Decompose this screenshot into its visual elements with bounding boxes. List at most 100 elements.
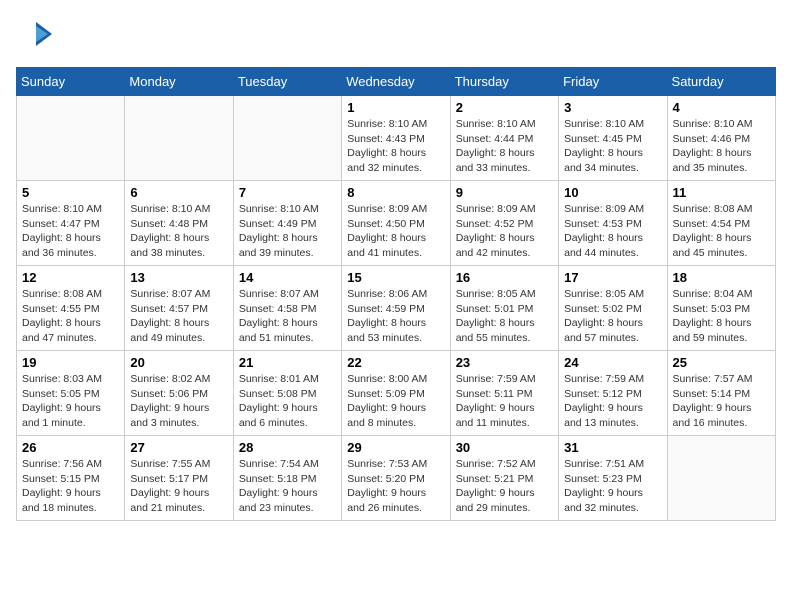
day-info: Sunrise: 8:07 AM Sunset: 4:57 PM Dayligh… bbox=[130, 287, 227, 346]
day-number: 20 bbox=[130, 355, 227, 370]
calendar-cell: 22Sunrise: 8:00 AM Sunset: 5:09 PM Dayli… bbox=[342, 351, 450, 436]
day-number: 7 bbox=[239, 185, 336, 200]
calendar-cell: 11 Sunrise: 8:08 AM Sunset: 4:54 PM Dayli… bbox=[667, 181, 775, 266]
day-info: Sunrise: 8:03 AM Sunset: 5:05 PM Dayligh… bbox=[22, 372, 119, 431]
calendar-cell: 26 Sunrise: 7:56 AM Sunset: 5:15 PM Dayli… bbox=[17, 436, 125, 521]
day-info: Sunrise: 8:10 AM Sunset: 4:43 PM Dayligh… bbox=[347, 117, 444, 176]
calendar-cell: 25Sunrise: 7:57 AM Sunset: 5:14 PM Dayli… bbox=[667, 351, 775, 436]
calendar-cell: 4 Sunrise: 8:10 AM Sunset: 4:46 PM Daylig… bbox=[667, 96, 775, 181]
calendar-cell: 7 Sunrise: 8:10 AM Sunset: 4:49 PM Daylig… bbox=[233, 181, 341, 266]
day-info: Sunrise: 8:02 AM Sunset: 5:06 PM Dayligh… bbox=[130, 372, 227, 431]
day-number: 3 bbox=[564, 100, 661, 115]
day-info: Sunrise: 8:05 AM Sunset: 5:01 PM Dayligh… bbox=[456, 287, 553, 346]
day-number: 13 bbox=[130, 270, 227, 285]
weekday-header: Saturday bbox=[667, 68, 775, 96]
day-number: 10 bbox=[564, 185, 661, 200]
calendar-cell: 24Sunrise: 7:59 AM Sunset: 5:12 PM Dayli… bbox=[559, 351, 667, 436]
day-number: 30 bbox=[456, 440, 553, 455]
day-info: Sunrise: 8:10 AM Sunset: 4:49 PM Dayligh… bbox=[239, 202, 336, 261]
logo bbox=[16, 16, 58, 57]
calendar-cell: 1 Sunrise: 8:10 AM Sunset: 4:43 PM Daylig… bbox=[342, 96, 450, 181]
calendar-cell: 19 Sunrise: 8:03 AM Sunset: 5:05 PM Dayli… bbox=[17, 351, 125, 436]
calendar-cell: 15 Sunrise: 8:06 AM Sunset: 4:59 PM Dayli… bbox=[342, 266, 450, 351]
day-number: 14 bbox=[239, 270, 336, 285]
calendar-cell: 21 Sunrise: 8:01 AM Sunset: 5:08 PM Dayli… bbox=[233, 351, 341, 436]
day-number: 4 bbox=[673, 100, 770, 115]
day-info: Sunrise: 8:01 AM Sunset: 5:08 PM Dayligh… bbox=[239, 372, 336, 431]
week-row: 12Sunrise: 8:08 AM Sunset: 4:55 PM Dayli… bbox=[17, 266, 776, 351]
calendar-table: SundayMondayTuesdayWednesdayThursdayFrid… bbox=[16, 67, 776, 521]
day-number: 26 bbox=[22, 440, 119, 455]
page-header bbox=[16, 16, 776, 57]
day-number: 31 bbox=[564, 440, 661, 455]
week-row: 5Sunrise: 8:10 AM Sunset: 4:47 PM Daylig… bbox=[17, 181, 776, 266]
day-number: 18 bbox=[673, 270, 770, 285]
day-number: 23 bbox=[456, 355, 553, 370]
calendar-cell bbox=[17, 96, 125, 181]
day-number: 9 bbox=[456, 185, 553, 200]
day-number: 11 bbox=[673, 185, 770, 200]
day-info: Sunrise: 8:09 AM Sunset: 4:53 PM Dayligh… bbox=[564, 202, 661, 261]
day-info: Sunrise: 8:09 AM Sunset: 4:50 PM Dayligh… bbox=[347, 202, 444, 261]
calendar-cell: 9 Sunrise: 8:09 AM Sunset: 4:52 PM Daylig… bbox=[450, 181, 558, 266]
day-number: 25 bbox=[673, 355, 770, 370]
day-info: Sunrise: 8:07 AM Sunset: 4:58 PM Dayligh… bbox=[239, 287, 336, 346]
calendar-cell: 3 Sunrise: 8:10 AM Sunset: 4:45 PM Daylig… bbox=[559, 96, 667, 181]
weekday-header: Tuesday bbox=[233, 68, 341, 96]
calendar-cell: 14 Sunrise: 8:07 AM Sunset: 4:58 PM Dayli… bbox=[233, 266, 341, 351]
day-info: Sunrise: 7:54 AM Sunset: 5:18 PM Dayligh… bbox=[239, 457, 336, 516]
weekday-header: Sunday bbox=[17, 68, 125, 96]
calendar-cell: 30 Sunrise: 7:52 AM Sunset: 5:21 PM Dayli… bbox=[450, 436, 558, 521]
day-number: 27 bbox=[130, 440, 227, 455]
week-row: 19 Sunrise: 8:03 AM Sunset: 5:05 PM Dayli… bbox=[17, 351, 776, 436]
weekday-header: Thursday bbox=[450, 68, 558, 96]
day-number: 2 bbox=[456, 100, 553, 115]
day-number: 15 bbox=[347, 270, 444, 285]
calendar-cell: 5Sunrise: 8:10 AM Sunset: 4:47 PM Daylig… bbox=[17, 181, 125, 266]
day-number: 29 bbox=[347, 440, 444, 455]
day-number: 19 bbox=[22, 355, 119, 370]
day-info: Sunrise: 7:52 AM Sunset: 5:21 PM Dayligh… bbox=[456, 457, 553, 516]
calendar-cell: 12Sunrise: 8:08 AM Sunset: 4:55 PM Dayli… bbox=[17, 266, 125, 351]
day-info: Sunrise: 7:51 AM Sunset: 5:23 PM Dayligh… bbox=[564, 457, 661, 516]
day-info: Sunrise: 8:08 AM Sunset: 4:55 PM Dayligh… bbox=[22, 287, 119, 346]
day-info: Sunrise: 7:56 AM Sunset: 5:15 PM Dayligh… bbox=[22, 457, 119, 516]
day-number: 21 bbox=[239, 355, 336, 370]
calendar-cell: 27 Sunrise: 7:55 AM Sunset: 5:17 PM Dayli… bbox=[125, 436, 233, 521]
calendar-cell: 8 Sunrise: 8:09 AM Sunset: 4:50 PM Daylig… bbox=[342, 181, 450, 266]
calendar-cell: 28 Sunrise: 7:54 AM Sunset: 5:18 PM Dayli… bbox=[233, 436, 341, 521]
day-info: Sunrise: 8:09 AM Sunset: 4:52 PM Dayligh… bbox=[456, 202, 553, 261]
day-info: Sunrise: 8:04 AM Sunset: 5:03 PM Dayligh… bbox=[673, 287, 770, 346]
day-number: 5 bbox=[22, 185, 119, 200]
week-row: 26 Sunrise: 7:56 AM Sunset: 5:15 PM Dayli… bbox=[17, 436, 776, 521]
calendar-cell: 13 Sunrise: 8:07 AM Sunset: 4:57 PM Dayli… bbox=[125, 266, 233, 351]
day-info: Sunrise: 8:08 AM Sunset: 4:54 PM Dayligh… bbox=[673, 202, 770, 261]
calendar-cell bbox=[233, 96, 341, 181]
day-info: Sunrise: 8:10 AM Sunset: 4:46 PM Dayligh… bbox=[673, 117, 770, 176]
calendar-cell: 29Sunrise: 7:53 AM Sunset: 5:20 PM Dayli… bbox=[342, 436, 450, 521]
day-number: 22 bbox=[347, 355, 444, 370]
day-number: 8 bbox=[347, 185, 444, 200]
day-number: 28 bbox=[239, 440, 336, 455]
calendar-cell: 6Sunrise: 8:10 AM Sunset: 4:48 PM Daylig… bbox=[125, 181, 233, 266]
day-info: Sunrise: 7:55 AM Sunset: 5:17 PM Dayligh… bbox=[130, 457, 227, 516]
day-info: Sunrise: 8:05 AM Sunset: 5:02 PM Dayligh… bbox=[564, 287, 661, 346]
day-info: Sunrise: 7:59 AM Sunset: 5:12 PM Dayligh… bbox=[564, 372, 661, 431]
day-info: Sunrise: 8:06 AM Sunset: 4:59 PM Dayligh… bbox=[347, 287, 444, 346]
calendar-cell: 23 Sunrise: 7:59 AM Sunset: 5:11 PM Dayli… bbox=[450, 351, 558, 436]
calendar-cell bbox=[125, 96, 233, 181]
day-number: 17 bbox=[564, 270, 661, 285]
day-number: 16 bbox=[456, 270, 553, 285]
calendar-cell: 17 Sunrise: 8:05 AM Sunset: 5:02 PM Dayli… bbox=[559, 266, 667, 351]
calendar-cell: 18 Sunrise: 8:04 AM Sunset: 5:03 PM Dayli… bbox=[667, 266, 775, 351]
day-number: 1 bbox=[347, 100, 444, 115]
day-info: Sunrise: 8:10 AM Sunset: 4:44 PM Dayligh… bbox=[456, 117, 553, 176]
day-number: 6 bbox=[130, 185, 227, 200]
day-info: Sunrise: 7:59 AM Sunset: 5:11 PM Dayligh… bbox=[456, 372, 553, 431]
day-info: Sunrise: 8:10 AM Sunset: 4:45 PM Dayligh… bbox=[564, 117, 661, 176]
calendar-cell: 16 Sunrise: 8:05 AM Sunset: 5:01 PM Dayli… bbox=[450, 266, 558, 351]
logo-icon bbox=[16, 16, 52, 52]
calendar-cell bbox=[667, 436, 775, 521]
calendar-cell: 31 Sunrise: 7:51 AM Sunset: 5:23 PM Dayli… bbox=[559, 436, 667, 521]
week-row: 1 Sunrise: 8:10 AM Sunset: 4:43 PM Daylig… bbox=[17, 96, 776, 181]
